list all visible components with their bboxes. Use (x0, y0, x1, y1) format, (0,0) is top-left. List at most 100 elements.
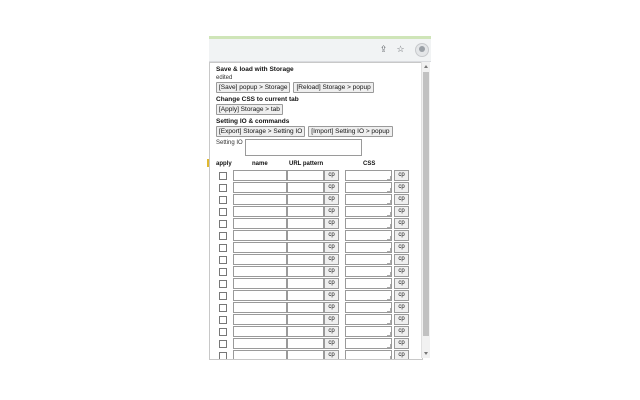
profile-avatar-icon[interactable] (415, 43, 429, 57)
copy-css-button[interactable]: cp (394, 206, 409, 217)
url-pattern-input[interactable] (287, 290, 324, 301)
apply-checkbox[interactable] (219, 220, 227, 228)
copy-css-button[interactable]: cp (394, 350, 409, 359)
apply-checkbox[interactable] (219, 172, 227, 180)
copy-url-button[interactable]: cp (324, 290, 339, 301)
css-textarea[interactable] (345, 350, 392, 359)
copy-css-button[interactable]: cp (394, 314, 409, 325)
css-textarea[interactable] (345, 170, 392, 181)
rule-name-input[interactable] (233, 218, 287, 229)
url-pattern-input[interactable] (287, 266, 324, 277)
css-textarea[interactable] (345, 326, 392, 337)
css-textarea[interactable] (345, 206, 392, 217)
url-pattern-input[interactable] (287, 278, 324, 289)
rule-name-input[interactable] (233, 206, 287, 217)
copy-css-button[interactable]: cp (394, 266, 409, 277)
rule-name-input[interactable] (233, 254, 287, 265)
rule-name-input[interactable] (233, 326, 287, 337)
copy-url-button[interactable]: cp (324, 206, 339, 217)
rule-name-input[interactable] (233, 278, 287, 289)
rule-name-input[interactable] (233, 290, 287, 301)
apply-checkbox[interactable] (219, 280, 227, 288)
url-pattern-input[interactable] (287, 338, 324, 349)
css-textarea[interactable] (345, 338, 392, 349)
url-pattern-input[interactable] (287, 206, 324, 217)
apply-checkbox[interactable] (219, 256, 227, 264)
copy-url-button[interactable]: cp (324, 182, 339, 193)
css-textarea[interactable] (345, 290, 392, 301)
rule-name-input[interactable] (233, 182, 287, 193)
css-textarea[interactable] (345, 254, 392, 265)
copy-css-button[interactable]: cp (394, 170, 409, 181)
apply-checkbox[interactable] (219, 340, 227, 348)
rule-name-input[interactable] (233, 230, 287, 241)
copy-css-button[interactable]: cp (394, 254, 409, 265)
apply-button[interactable]: [Apply] Storage > tab (216, 104, 283, 115)
copy-css-button[interactable]: cp (394, 218, 409, 229)
copy-url-button[interactable]: cp (324, 230, 339, 241)
url-pattern-input[interactable] (287, 242, 324, 253)
setting-io-textarea[interactable] (245, 139, 362, 156)
popup-scrollbar[interactable] (421, 62, 430, 358)
copy-css-button[interactable]: cp (394, 290, 409, 301)
url-pattern-input[interactable] (287, 194, 324, 205)
css-textarea[interactable] (345, 302, 392, 313)
apply-checkbox[interactable] (219, 328, 227, 336)
css-textarea[interactable] (345, 182, 392, 193)
star-icon[interactable]: ☆ (395, 44, 406, 55)
css-textarea[interactable] (345, 314, 392, 325)
export-button[interactable]: [Export] Storage > Setting IO (216, 126, 306, 137)
rule-name-input[interactable] (233, 242, 287, 253)
scroll-up-arrow-icon[interactable] (424, 65, 428, 68)
copy-url-button[interactable]: cp (324, 242, 339, 253)
css-textarea[interactable] (345, 230, 392, 241)
rule-name-input[interactable] (233, 266, 287, 277)
apply-checkbox[interactable] (219, 232, 227, 240)
copy-css-button[interactable]: cp (394, 242, 409, 253)
apply-checkbox[interactable] (219, 304, 227, 312)
url-pattern-input[interactable] (287, 350, 324, 359)
apply-checkbox[interactable] (219, 184, 227, 192)
css-textarea[interactable] (345, 266, 392, 277)
copy-url-button[interactable]: cp (324, 338, 339, 349)
apply-checkbox[interactable] (219, 244, 227, 252)
url-pattern-input[interactable] (287, 314, 324, 325)
copy-url-button[interactable]: cp (324, 266, 339, 277)
rule-name-input[interactable] (233, 194, 287, 205)
copy-url-button[interactable]: cp (324, 170, 339, 181)
rule-name-input[interactable] (233, 338, 287, 349)
apply-checkbox[interactable] (219, 208, 227, 216)
scroll-thumb[interactable] (423, 72, 429, 336)
apply-checkbox[interactable] (219, 352, 227, 359)
copy-css-button[interactable]: cp (394, 302, 409, 313)
copy-url-button[interactable]: cp (324, 278, 339, 289)
share-icon[interactable]: ⇪ (378, 44, 389, 55)
apply-checkbox[interactable] (219, 316, 227, 324)
copy-url-button[interactable]: cp (324, 326, 339, 337)
url-pattern-input[interactable] (287, 182, 324, 193)
copy-url-button[interactable]: cp (324, 218, 339, 229)
url-pattern-input[interactable] (287, 230, 324, 241)
copy-css-button[interactable]: cp (394, 326, 409, 337)
copy-url-button[interactable]: cp (324, 314, 339, 325)
copy-css-button[interactable]: cp (394, 338, 409, 349)
url-pattern-input[interactable] (287, 170, 324, 181)
copy-url-button[interactable]: cp (324, 194, 339, 205)
css-textarea[interactable] (345, 242, 392, 253)
save-button[interactable]: [Save] popup > Storage (216, 82, 291, 93)
copy-css-button[interactable]: cp (394, 194, 409, 205)
copy-url-button[interactable]: cp (324, 350, 339, 359)
copy-url-button[interactable]: cp (324, 302, 339, 313)
copy-css-button[interactable]: cp (394, 278, 409, 289)
rule-name-input[interactable] (233, 170, 287, 181)
url-pattern-input[interactable] (287, 218, 324, 229)
import-button[interactable]: [Import] Setting IO > popup (308, 126, 393, 137)
apply-checkbox[interactable] (219, 268, 227, 276)
reload-button[interactable]: [Reload] Storage > popup (293, 82, 374, 93)
url-pattern-input[interactable] (287, 254, 324, 265)
css-textarea[interactable] (345, 278, 392, 289)
scroll-down-arrow-icon[interactable] (424, 352, 428, 355)
rule-name-input[interactable] (233, 350, 287, 359)
css-textarea[interactable] (345, 218, 392, 229)
apply-checkbox[interactable] (219, 196, 227, 204)
